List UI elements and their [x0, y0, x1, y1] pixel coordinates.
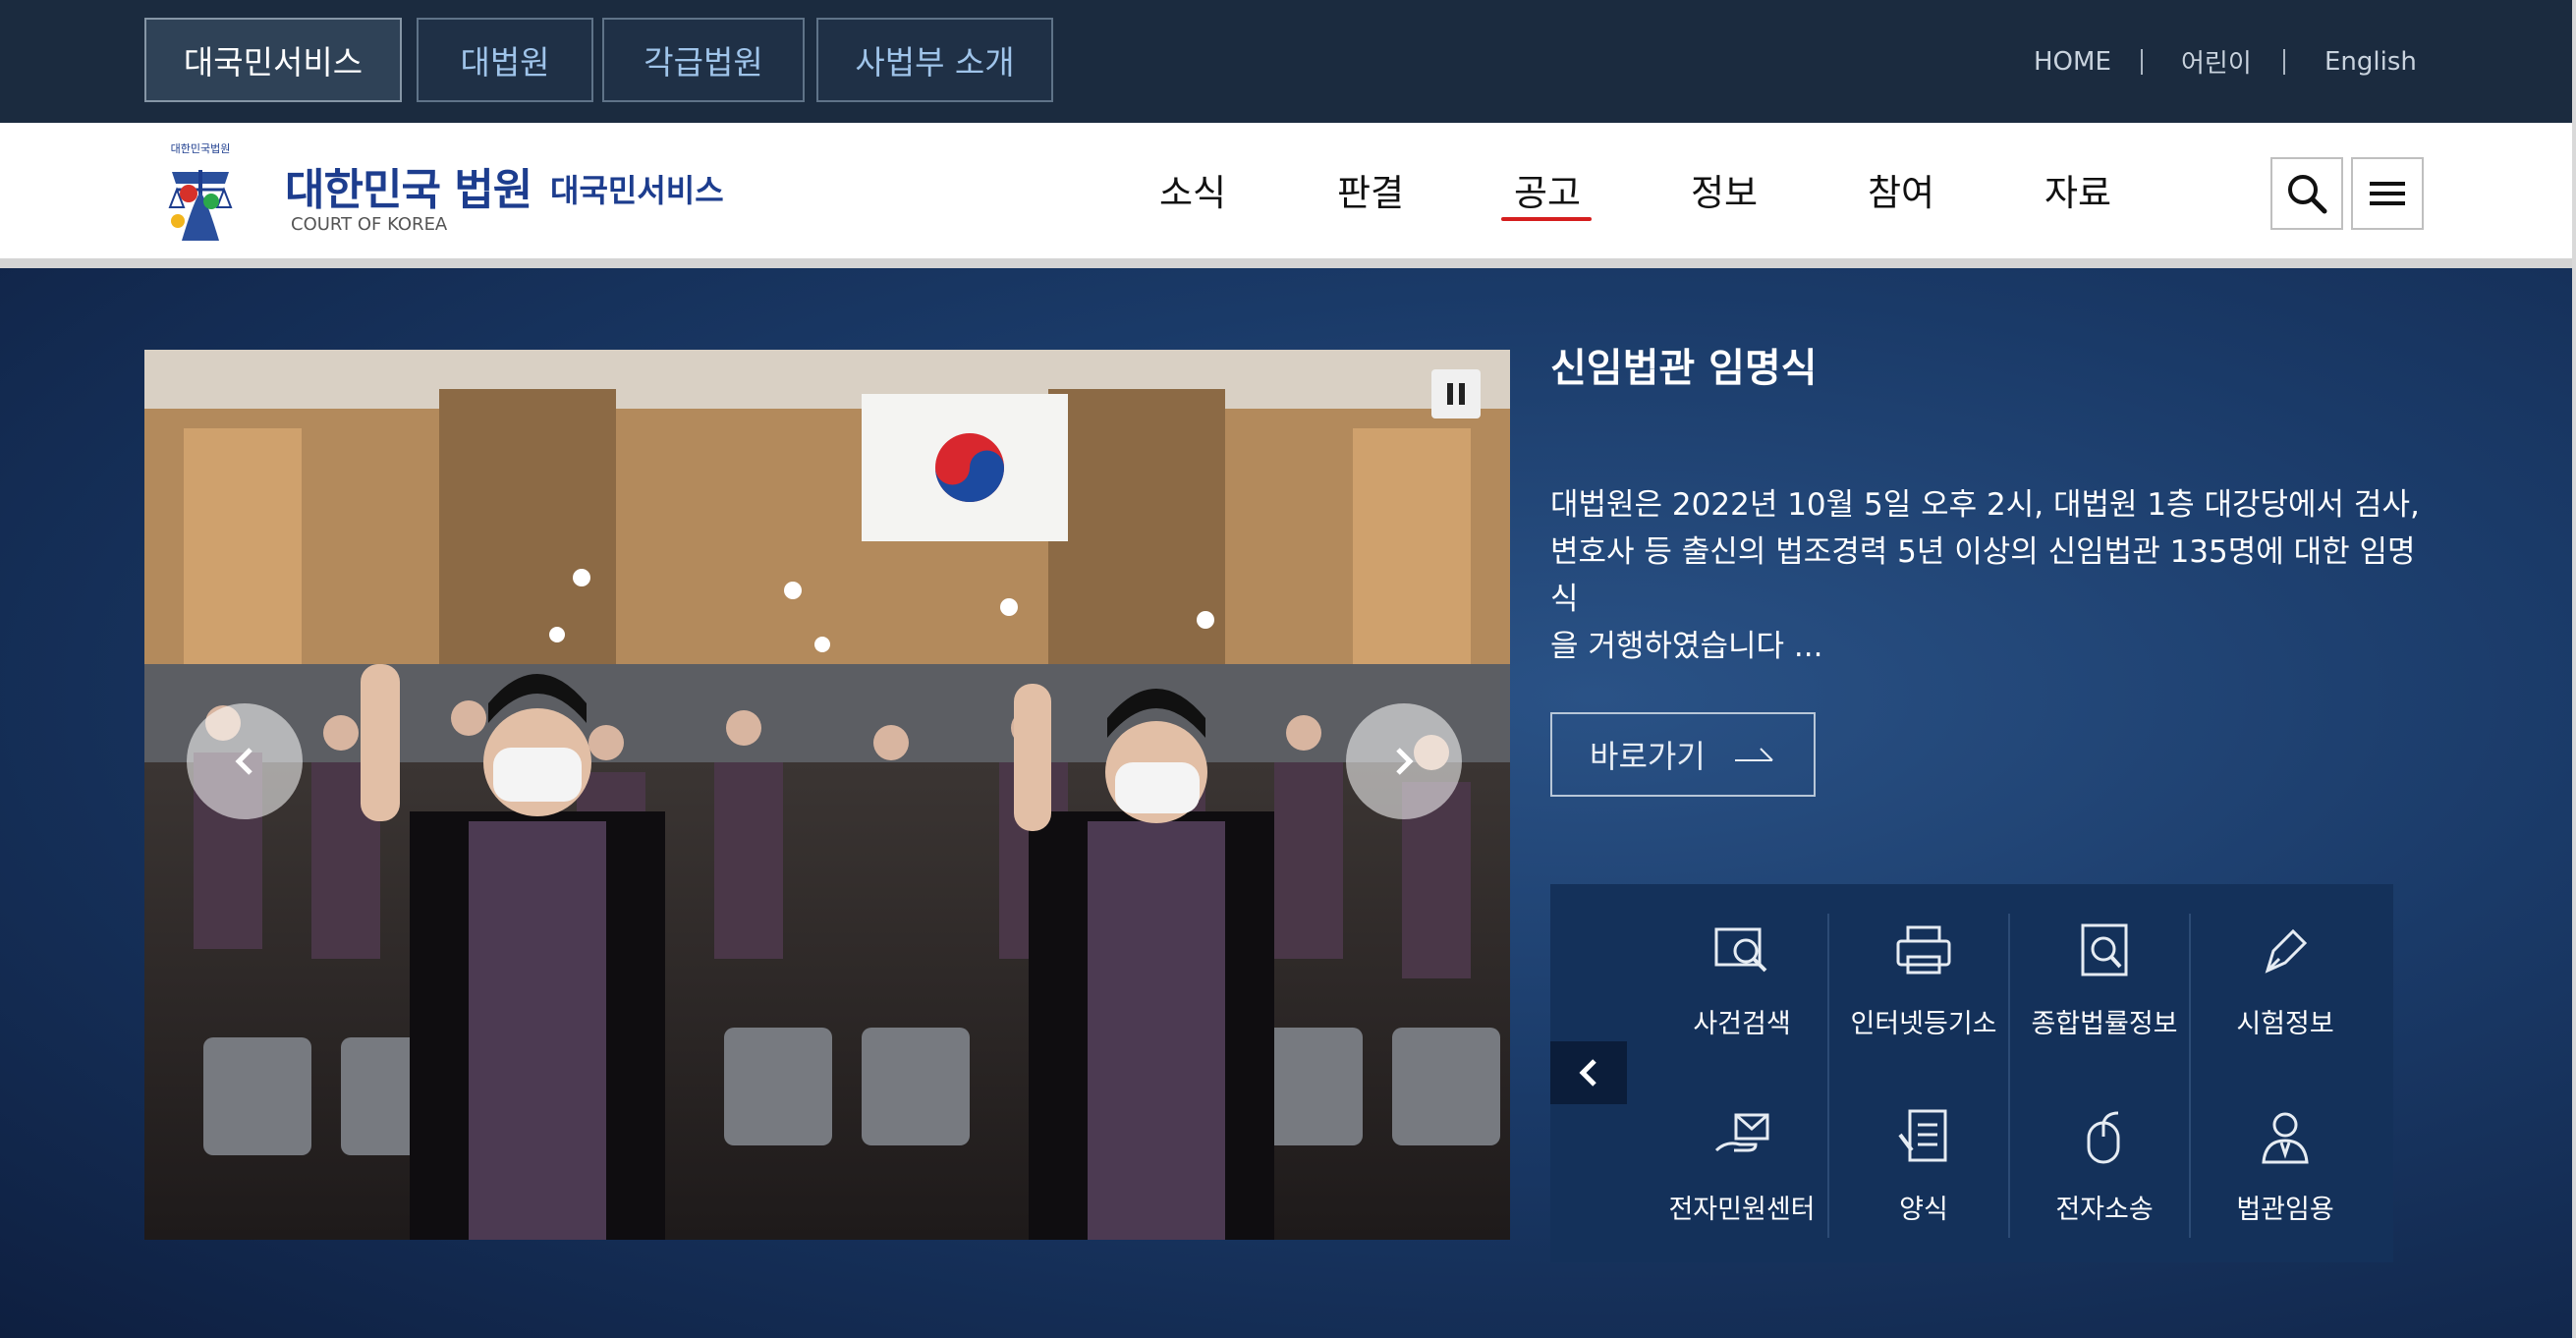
utility-link-home[interactable]: HOME	[2034, 0, 2111, 123]
quick-item-e-civil-center[interactable]: 전자민원센터	[1652, 1087, 1832, 1264]
chevron-right-icon	[1396, 748, 1414, 775]
quick-item-legal-info[interactable]: 종합법률정보	[2014, 902, 2195, 1079]
pause-icon	[1447, 383, 1465, 405]
hero-body-line: 변호사 등 출신의 법조경력 5년 이상의 신임법관 135명에 대한 임명식	[1550, 534, 2416, 617]
page: 대국민서비스 대법원 각급법원 사법부 소개 HOME 어린이 English …	[0, 0, 2572, 1338]
emblem-arc-text: 대한민국법원	[171, 142, 231, 155]
hero-news-title[interactable]: 신임법관 임명식	[1550, 336, 1818, 393]
go-to-button[interactable]: 바로가기	[1550, 712, 1816, 797]
hero-news-body: 대법원은 2022년 10월 5일 오후 2시, 대법원 1층 대강당에서 검사…	[1550, 481, 2435, 670]
tab-judiciary-intro[interactable]: 사법부 소개	[816, 18, 1053, 102]
hero-body-line: 대법원은 2022년 10월 5일 오후 2시, 대법원 1층 대강당에서 검사…	[1550, 487, 2420, 523]
hero-photo-slide[interactable]	[144, 350, 1510, 1240]
logo-title[interactable]: 대한민국 법원	[285, 154, 532, 217]
logo-service-name[interactable]: 대국민서비스	[550, 166, 724, 211]
utility-link-english[interactable]: English	[2324, 0, 2417, 123]
gnb-resources[interactable]: 자료	[2044, 163, 2111, 216]
printer-icon	[1896, 925, 1951, 975]
quick-item-forms[interactable]: 양식	[1833, 1087, 2014, 1264]
quick-item-label: 법관임용	[2236, 1195, 2334, 1225]
logo-english: COURT OF KOREA	[291, 214, 448, 235]
search-button[interactable]	[2270, 157, 2343, 230]
search-icon	[2288, 175, 2327, 214]
hero-body-line: 을 거행하였습니다 ...	[1550, 629, 1823, 664]
court-emblem-icon[interactable]: 대한민국법원	[142, 133, 258, 249]
tab-all-courts[interactable]: 각급법원	[602, 18, 805, 102]
slide-prev-button[interactable]	[187, 703, 303, 819]
case-search-icon	[1714, 927, 1767, 973]
quick-item-label: 전자소송	[2055, 1195, 2154, 1225]
go-to-label: 바로가기	[1590, 738, 1706, 775]
page-scrollbar[interactable]	[2572, 0, 2576, 1338]
gnb-news[interactable]: 소식	[1159, 163, 1226, 216]
gnb-active-underline	[1501, 217, 1592, 221]
quick-item-internet-registry[interactable]: 인터넷등기소	[1833, 902, 2014, 1079]
utility-separator	[2283, 49, 2285, 75]
gnb-notices[interactable]: 공고	[1514, 163, 1581, 216]
chevron-left-icon	[1579, 1059, 1596, 1087]
form-document-icon	[1898, 1109, 1947, 1162]
tab-supreme-court[interactable]: 대법원	[417, 18, 593, 102]
document-search-icon	[2081, 923, 2128, 976]
quick-item-label: 사건검색	[1693, 1009, 1791, 1039]
quick-item-judge-appointment[interactable]: 법관임용	[2195, 1087, 2376, 1264]
menu-button[interactable]	[2351, 157, 2424, 230]
quick-item-label: 시험정보	[2236, 1009, 2334, 1039]
ceremony-photo	[144, 350, 1510, 1240]
quick-item-label: 전자민원센터	[1668, 1195, 1816, 1225]
quick-item-label: 인터넷등기소	[1850, 1009, 1997, 1039]
slide-next-button[interactable]	[1346, 703, 1462, 819]
gnb-participation[interactable]: 참여	[1868, 163, 1934, 216]
top-utility-bar: 대국민서비스 대법원 각급법원 사법부 소개 HOME 어린이 English	[0, 0, 2572, 123]
quick-menu-prev-button[interactable]	[1550, 1041, 1627, 1104]
chevron-left-icon	[235, 748, 252, 775]
quick-item-case-search[interactable]: 사건검색	[1652, 902, 1832, 1079]
quick-item-label: 양식	[1899, 1195, 1948, 1225]
menu-icon	[2370, 182, 2405, 205]
mouse-icon	[2087, 1111, 2120, 1164]
slide-pause-button[interactable]	[1431, 369, 1481, 418]
judge-person-icon	[2262, 1112, 2309, 1164]
gnb-information[interactable]: 정보	[1691, 163, 1758, 216]
pen-icon	[2265, 928, 2308, 974]
quick-item-label: 종합법률정보	[2031, 1009, 2178, 1039]
utility-link-kids[interactable]: 어린이	[2181, 0, 2252, 123]
quick-item-exam-info[interactable]: 시험정보	[2195, 902, 2376, 1079]
utility-separator	[2141, 49, 2143, 75]
hand-envelope-icon	[1714, 1113, 1769, 1152]
gnb-judgments[interactable]: 판결	[1337, 163, 1404, 216]
quick-item-e-litigation[interactable]: 전자소송	[2014, 1087, 2195, 1264]
arrow-right-icon	[1734, 748, 1773, 761]
tab-public-service[interactable]: 대국민서비스	[144, 18, 402, 102]
header-divider	[0, 258, 2572, 268]
